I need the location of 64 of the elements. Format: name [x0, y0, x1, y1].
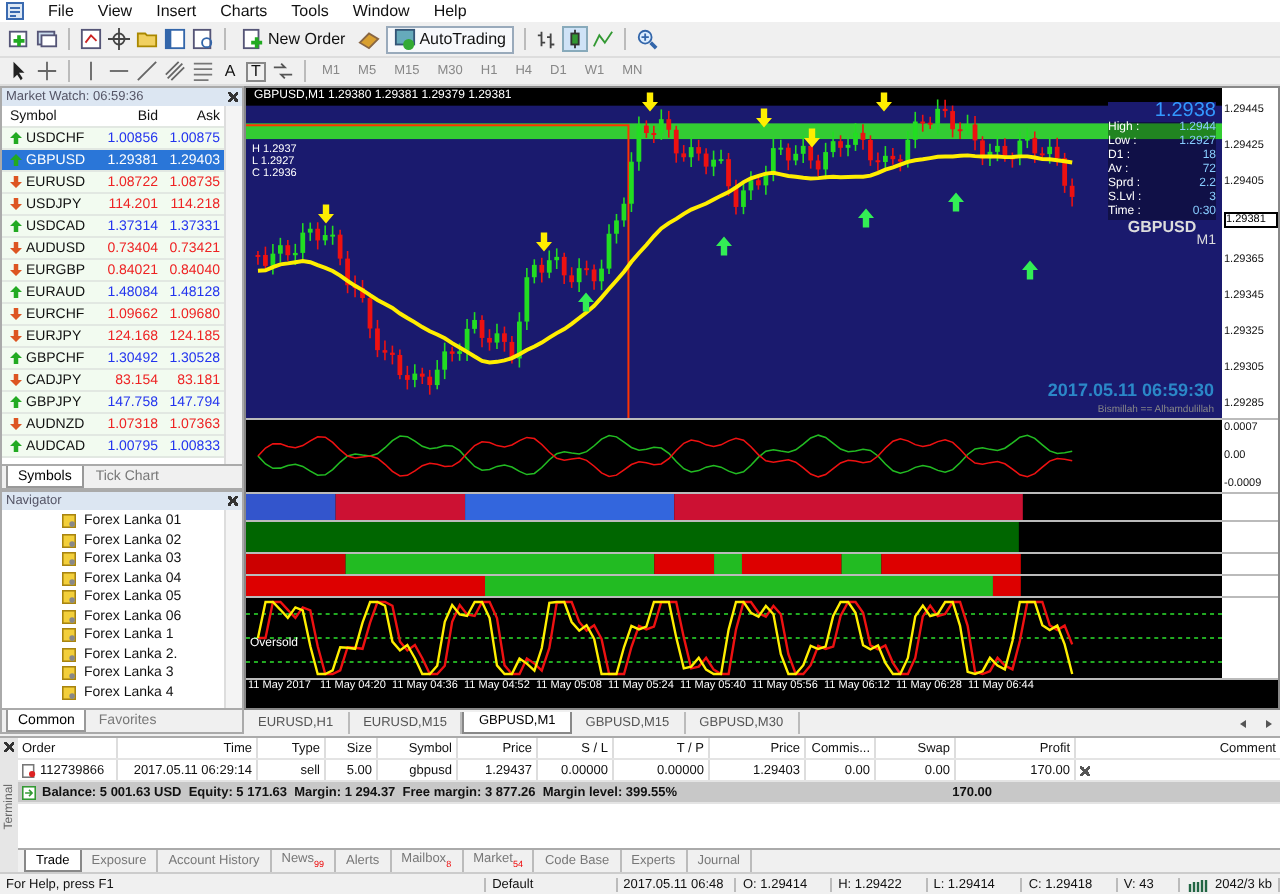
script-file-icon: [62, 533, 76, 548]
text-tool[interactable]: A: [220, 62, 240, 80]
down-arrow-icon: [803, 128, 820, 148]
bar-chart-icon[interactable]: [535, 28, 558, 50]
script-file-icon: [62, 552, 76, 567]
script-file-icon: [62, 609, 76, 624]
tester-icon[interactable]: [192, 28, 214, 50]
arrows-icon[interactable]: [272, 60, 294, 82]
new-chart-icon[interactable]: [8, 28, 30, 50]
down-arrow-icon: [642, 92, 659, 112]
window-icon[interactable]: [164, 28, 186, 50]
close-icon[interactable]: [228, 496, 238, 506]
script-file-icon: [62, 590, 76, 605]
scroll-left-icon[interactable]: [1238, 718, 1250, 730]
script-file-icon: [62, 571, 76, 586]
script-file-icon: [62, 628, 76, 643]
document-plus-icon: [242, 28, 264, 50]
script-file-icon: [62, 685, 76, 700]
account-icon: [22, 785, 36, 799]
order-icon: [22, 763, 36, 777]
up-arrow-icon: [857, 208, 874, 228]
up-arrow-icon: [578, 292, 595, 312]
market-watch-icon[interactable]: [80, 28, 102, 50]
zoom-in-icon[interactable]: [635, 28, 658, 50]
menu-item[interactable]: Insert: [156, 2, 197, 20]
profiles-icon[interactable]: [36, 28, 58, 50]
channel-icon[interactable]: [164, 60, 186, 82]
monitor-icon: [393, 28, 416, 50]
menu-item[interactable]: Tools: [291, 2, 329, 20]
up-arrow-icon: [716, 236, 733, 256]
down-arrow-icon: [536, 232, 553, 252]
up-arrow-icon: [1022, 260, 1039, 280]
connection-bars-icon: [1186, 877, 1211, 891]
scroll-right-icon[interactable]: [1262, 718, 1274, 730]
autotrading-button[interactable]: AutoTrading: [385, 25, 514, 53]
close-icon[interactable]: [228, 92, 238, 102]
script-file-icon: [62, 514, 76, 529]
down-arrow-icon: [317, 204, 334, 224]
down-arrow-icon: [875, 92, 892, 112]
chart-datetime: 2017.05.11 06:59:30: [1047, 380, 1214, 400]
up-arrow-icon: [947, 192, 964, 212]
menu-item[interactable]: Window: [352, 2, 410, 20]
down-arrow-icon: [755, 108, 772, 128]
new-order-button[interactable]: New Order: [236, 25, 352, 53]
current-price: 1.2938: [1108, 102, 1216, 122]
script-file-icon: [62, 647, 76, 662]
script-file-icon: [62, 666, 76, 681]
trendline-icon[interactable]: [136, 60, 158, 82]
text-label-tool[interactable]: T: [246, 61, 266, 81]
crosshair-icon[interactable]: [108, 28, 130, 50]
app-icon[interactable]: [6, 2, 24, 20]
symbol-label: GBPUSD: [1125, 220, 1197, 234]
close-order-icon[interactable]: [1080, 765, 1090, 775]
cursor-icon[interactable]: [8, 60, 30, 82]
candlestick-icon[interactable]: [563, 28, 586, 50]
scrollbar[interactable]: [224, 510, 242, 708]
fibonacci-icon[interactable]: [192, 60, 214, 82]
crosshair-icon[interactable]: [36, 60, 58, 82]
menu-item[interactable]: View: [97, 2, 133, 20]
scrollbar[interactable]: [224, 106, 242, 464]
menu-item[interactable]: Charts: [220, 2, 268, 20]
close-icon[interactable]: [4, 742, 14, 752]
menu-item[interactable]: Help: [433, 2, 467, 20]
menu-item[interactable]: File: [48, 2, 74, 20]
